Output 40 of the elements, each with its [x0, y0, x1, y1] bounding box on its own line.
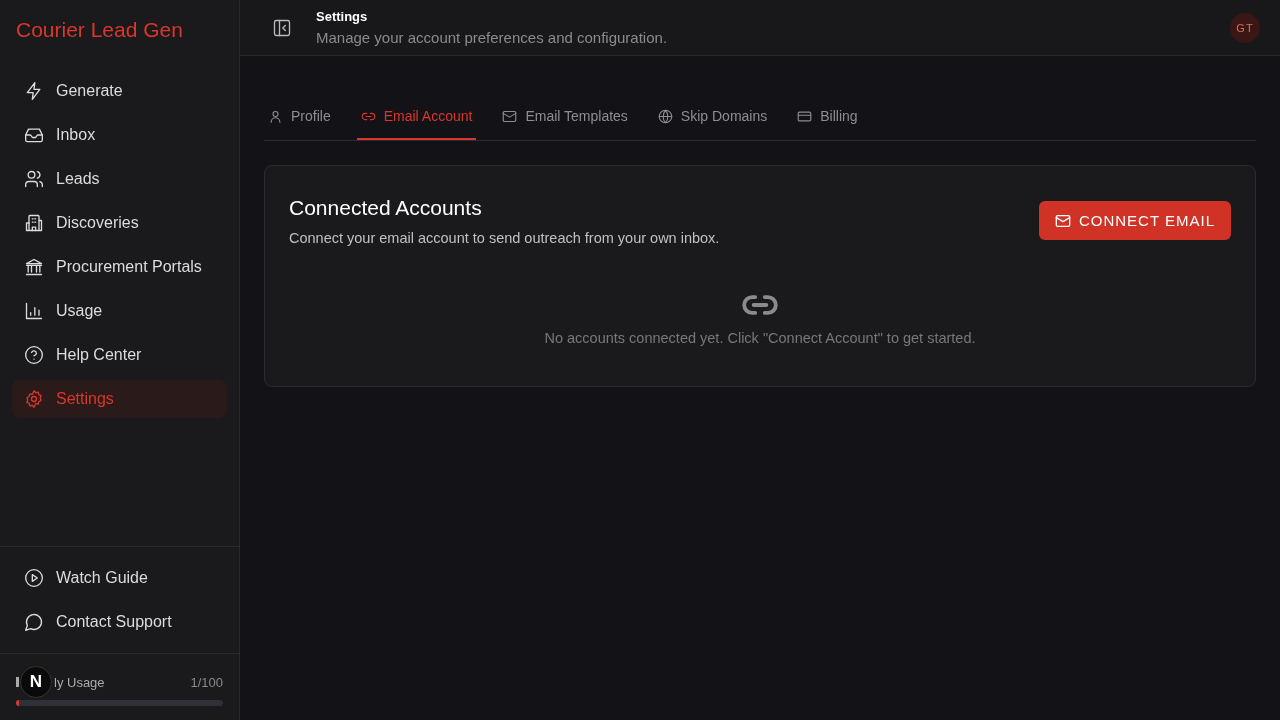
nav-item[interactable]: Discoveries [12, 204, 227, 242]
settings-icon [24, 389, 44, 409]
credit-card-icon [797, 108, 813, 124]
bank-icon [24, 257, 44, 277]
card-description: Connect your email account to send outreach from your own inbox. [289, 230, 720, 246]
page-title: Settings [316, 9, 369, 24]
globe-icon [657, 108, 673, 124]
users-icon [24, 169, 44, 189]
dev-tools-badge[interactable]: N [20, 666, 52, 698]
envelope-icon [1054, 212, 1071, 229]
building-icon [24, 213, 44, 233]
bar-chart-icon [24, 301, 44, 321]
tab[interactable]: Email Account [356, 100, 477, 140]
card-title: Connected Accounts [289, 196, 483, 220]
usage-label: ly Usage [54, 674, 105, 690]
usage-count: 1/100 [190, 674, 223, 690]
tab[interactable]: Email Templates [498, 100, 632, 140]
help-icon [24, 345, 44, 365]
user-avatar[interactable]: GT [1230, 12, 1260, 43]
nav-item[interactable]: Settings [12, 380, 227, 418]
play-icon [24, 568, 44, 588]
user-icon [268, 108, 283, 124]
nav-item[interactable]: Watch Guide [12, 559, 227, 597]
tab[interactable]: Skip Domains [653, 100, 772, 140]
nav-item[interactable]: Inbox [12, 116, 227, 154]
nav-item[interactable]: Leads [12, 160, 227, 198]
nav-item[interactable]: Contact Support [12, 603, 227, 641]
tab[interactable]: Billing [793, 100, 862, 140]
app-logo-text: Courier Lead Gen [15, 17, 184, 43]
panel-collapse-icon [272, 17, 292, 38]
nav-item[interactable]: Usage [12, 292, 227, 330]
nav-item[interactable]: Procurement Portals [12, 248, 227, 286]
envelope-icon [502, 108, 518, 124]
chat-bubble-icon [24, 612, 44, 632]
connect-email-button[interactable]: CONNECT EMAIL [1038, 201, 1231, 240]
nav-item[interactable]: Help Center [12, 336, 227, 374]
nav-item[interactable]: Generate [12, 72, 227, 110]
empty-state-message: No accounts connected yet. Click "Connect Account" to get started. [544, 330, 976, 346]
page-subtitle: Manage your account preferences and configuration. [316, 29, 669, 46]
tab[interactable]: Profile [264, 100, 335, 140]
